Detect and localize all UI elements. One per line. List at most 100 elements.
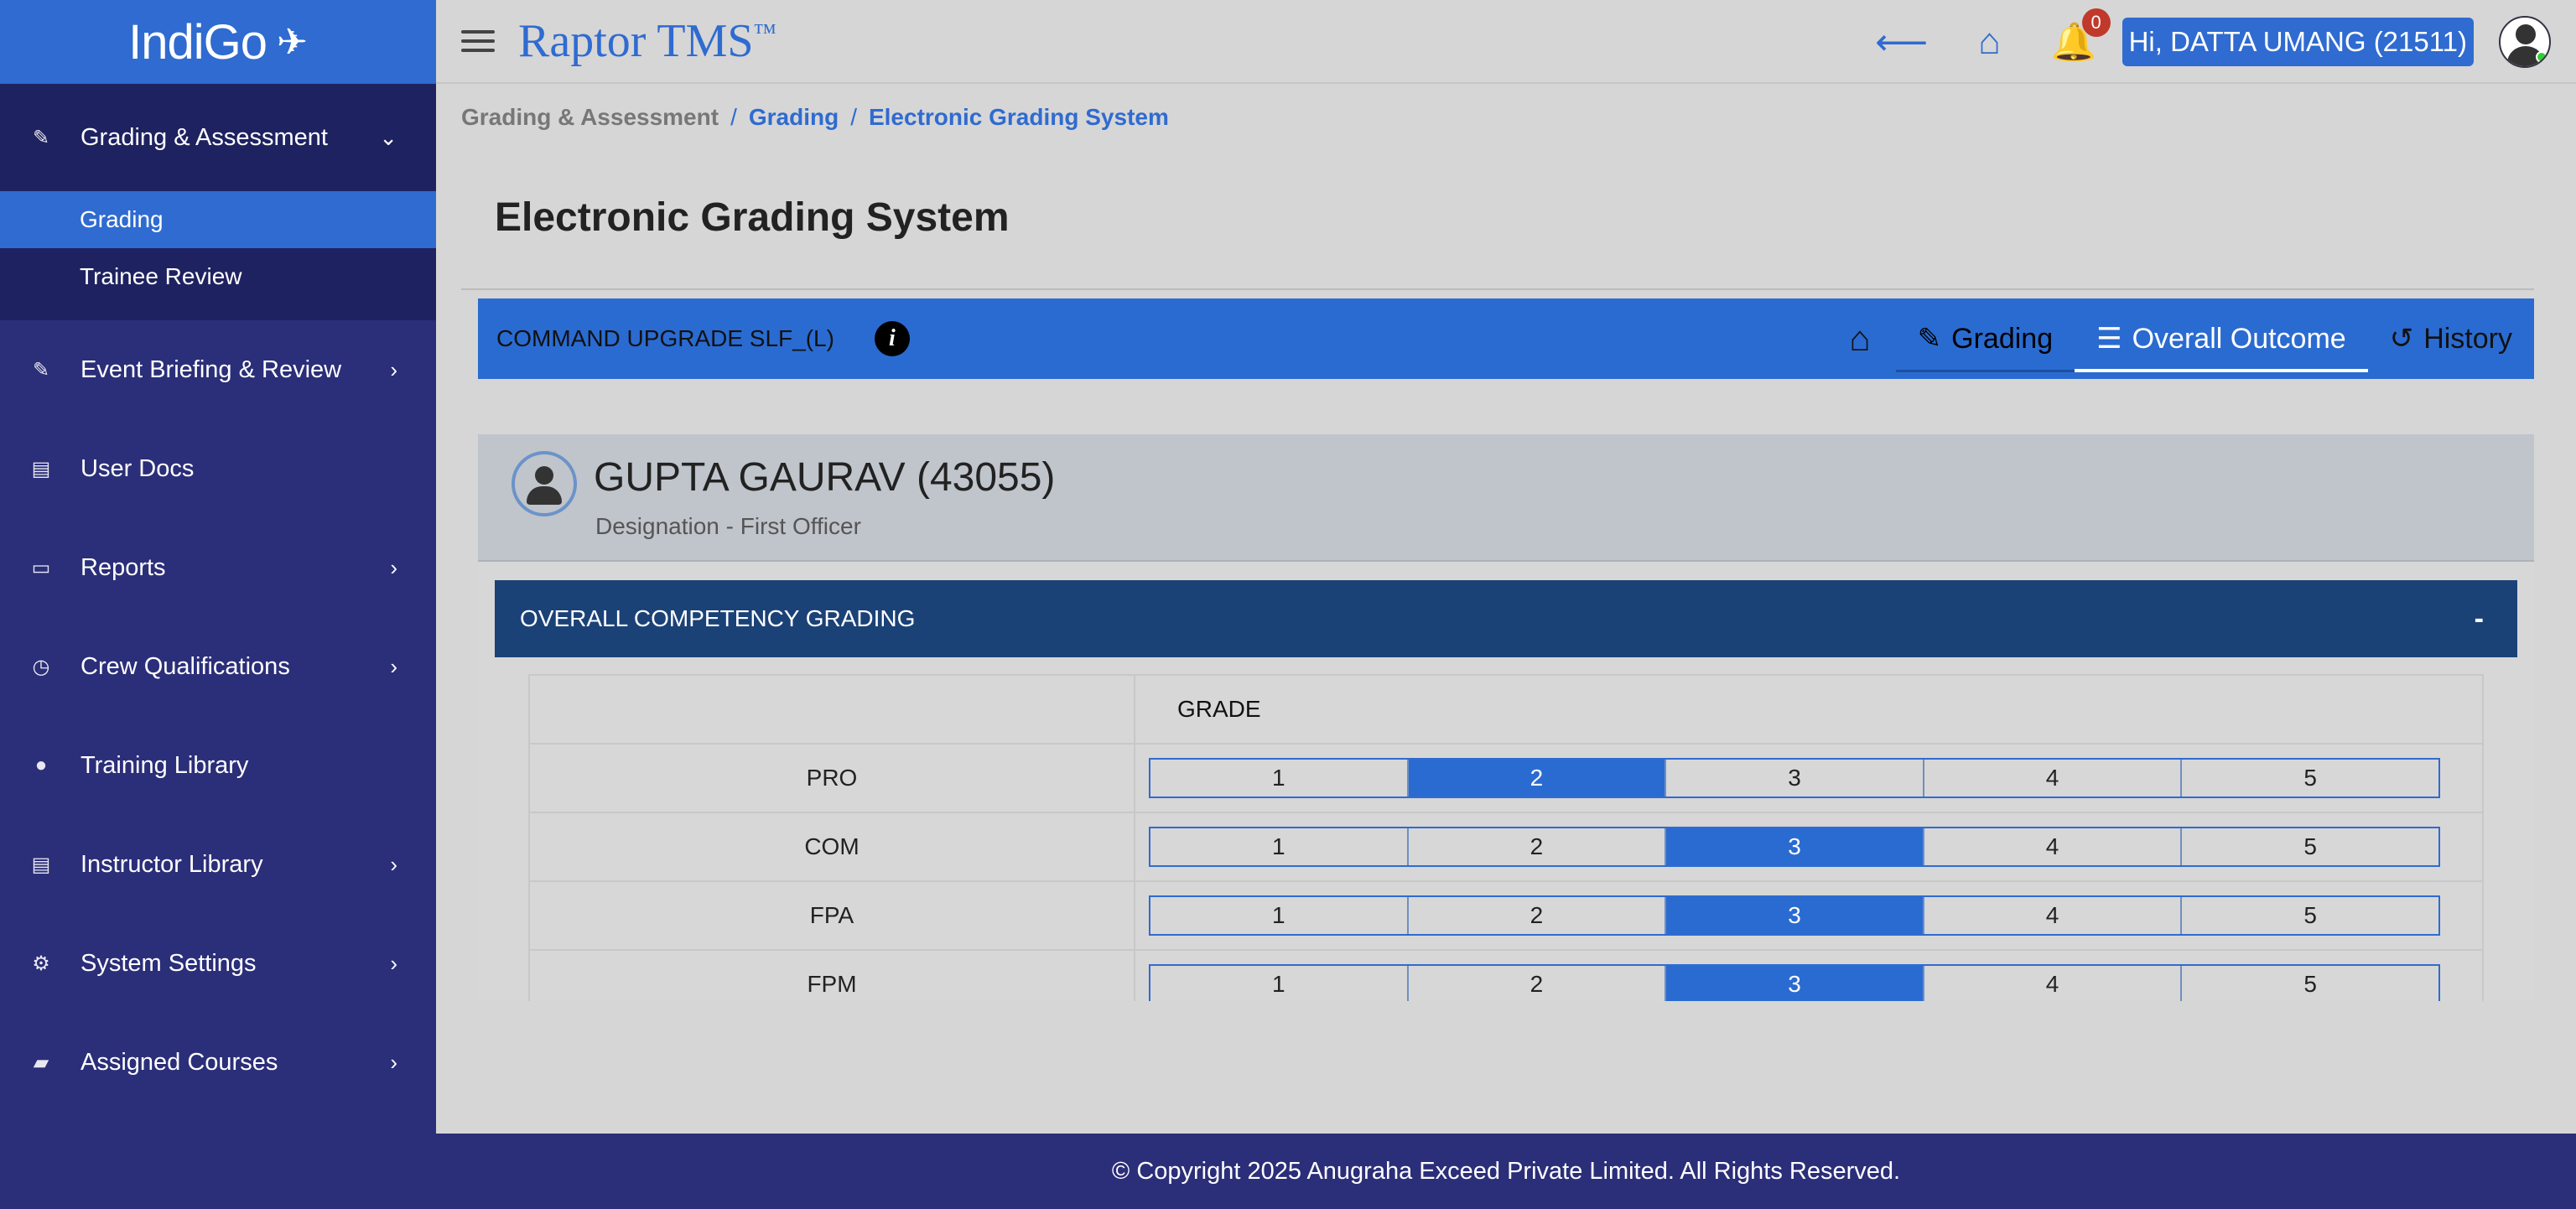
notification-badge: 0 xyxy=(2081,8,2111,37)
breadcrumb-root[interactable]: Grading & Assessment xyxy=(461,104,719,130)
sidebar-item-label: System Settings xyxy=(80,949,257,977)
sidebar-subitem-grading[interactable]: Grading xyxy=(0,191,436,248)
grade-option[interactable]: 1 xyxy=(1150,828,1409,865)
online-status-dot xyxy=(2536,51,2547,63)
home-icon: ⌂ xyxy=(1849,319,1871,358)
sidebar-item-system-settings[interactable]: ⚙ System Settings › xyxy=(0,914,436,1013)
competency-code: FPA xyxy=(528,880,1135,951)
grade-option[interactable]: 3 xyxy=(1666,828,1924,865)
sidebar-item-label: Training Library xyxy=(80,751,249,779)
home-icon[interactable]: ⌂ xyxy=(1978,21,2001,63)
collapse-button[interactable]: - xyxy=(2475,603,2484,636)
sidebar-item-label: Event Briefing & Review xyxy=(80,355,342,383)
trainee-card: GUPTA GAURAV (43055) Designation - First… xyxy=(478,434,2534,1001)
tab-history[interactable]: ↺ History xyxy=(2368,298,2534,379)
chevron-right-icon: › xyxy=(390,950,397,976)
breadcrumb-separator: / xyxy=(850,104,857,130)
sidebar-item-user-docs[interactable]: ▤ User Docs xyxy=(0,419,436,518)
grade-scale-cell: 12345 xyxy=(1134,812,2484,882)
course-name-group: COMMAND UPGRADE SLF_(L) i xyxy=(496,298,910,379)
grade-option[interactable]: 1 xyxy=(1150,760,1409,796)
grade-option[interactable]: 4 xyxy=(1924,897,2183,934)
tab-label: History xyxy=(2423,322,2512,355)
grade-option[interactable]: 3 xyxy=(1666,760,1924,796)
sidebar-item-assigned-courses[interactable]: ▰ Assigned Courses › xyxy=(0,1013,436,1112)
grade-option[interactable]: 5 xyxy=(2182,966,2438,1001)
grade-scale: 12345 xyxy=(1149,758,2440,798)
course-tabs: ⌂ ✎ Grading ☰ Overall Outcome ↺ History xyxy=(1824,298,2534,379)
list-icon: ☰ xyxy=(2096,323,2122,355)
grade-option[interactable]: 2 xyxy=(1409,828,1667,865)
grade-option[interactable]: 5 xyxy=(2182,828,2438,865)
table-row: PRO 1 2 3 4 5 xyxy=(528,743,2484,813)
competency-grade-table: GRADE PRO 1 2 3 4 5 COM 1 2 3 4 5 FPA 1 2 3 4 5 FPM 1 2 3 4 5 xyxy=(528,674,2484,1001)
grade-option[interactable]: 5 xyxy=(2182,897,2438,934)
tab-grading[interactable]: ✎ Grading xyxy=(1895,298,2075,379)
grade-option[interactable]: 2 xyxy=(1408,760,1667,796)
table-header-empty xyxy=(528,674,1135,745)
table-row: FPA 1 2 3 4 5 xyxy=(528,880,2484,951)
sidebar-item-grading-assessment[interactable]: ✎ Grading & Assessment ⌄ xyxy=(0,84,436,191)
edit-icon: ✎ xyxy=(32,126,50,149)
back-arrow-icon[interactable]: ⟵ xyxy=(1875,21,1928,64)
chevron-right-icon: › xyxy=(390,851,397,877)
breadcrumb-grading[interactable]: Grading xyxy=(749,104,839,130)
tab-home[interactable]: ⌂ xyxy=(1824,298,1895,379)
chevron-right-icon: › xyxy=(390,653,397,679)
divider xyxy=(461,288,2534,290)
grade-option[interactable]: 4 xyxy=(1924,828,2183,865)
chevron-right-icon: › xyxy=(390,1049,397,1075)
trainee-designation: Designation - First Officer xyxy=(595,513,861,539)
grade-option[interactable]: 2 xyxy=(1409,897,1667,934)
folder-open-icon: ▰ xyxy=(33,1051,49,1074)
sidebar-item-reports[interactable]: ▭ Reports › xyxy=(0,518,436,617)
brand-trademark: ™ xyxy=(753,19,776,46)
sidebar-subitem-trainee-review[interactable]: Trainee Review xyxy=(0,248,436,305)
breadcrumb-current[interactable]: Electronic Grading System xyxy=(869,104,1169,130)
grade-option[interactable]: 2 xyxy=(1409,966,1667,1001)
grade-option[interactable]: 4 xyxy=(1924,760,2183,796)
chevron-right-icon: › xyxy=(390,356,397,382)
sidebar-nav: ✎ Grading & Assessment ⌄ Grading Trainee… xyxy=(0,84,436,1112)
brand-name: Raptor TMS xyxy=(518,15,754,67)
grade-option[interactable]: 1 xyxy=(1150,966,1409,1001)
sidebar-item-label: Assigned Courses xyxy=(80,1048,278,1076)
footer: © Copyright 2025 Anugraha Exceed Private… xyxy=(436,1134,2576,1209)
grade-option[interactable]: 3 xyxy=(1666,966,1924,1001)
grade-option[interactable]: 4 xyxy=(1924,966,2183,1001)
sidebar-item-crew-qualifications[interactable]: ◷ Crew Qualifications › xyxy=(0,617,436,716)
page-title: Electronic Grading System xyxy=(495,195,1010,240)
bell-icon[interactable]: 🔔 0 xyxy=(2051,8,2111,64)
sidebar-item-label: Grading & Assessment xyxy=(80,123,328,151)
grade-scale-cell: 12345 xyxy=(1134,743,2484,813)
user-menu-button[interactable]: Hi, DATTA UMANG (21511) xyxy=(2122,18,2474,66)
trainee-header: GUPTA GAURAV (43055) Designation - First… xyxy=(478,434,2534,562)
grade-option[interactable]: 3 xyxy=(1666,897,1924,934)
competency-section-title: OVERALL COMPETENCY GRADING xyxy=(520,605,916,631)
course-tab-bar: COMMAND UPGRADE SLF_(L) i ⌂ ✎ Grading ☰ Ov… xyxy=(478,298,2534,379)
logo[interactable]: IndiGo ✈ xyxy=(0,0,436,84)
logo-text: IndiGo xyxy=(128,14,267,70)
avatar[interactable] xyxy=(2499,16,2551,68)
breadcrumb-separator: / xyxy=(730,104,737,130)
tab-label: Overall Outcome xyxy=(2132,322,2346,355)
sidebar-item-instructor-library[interactable]: ▤ Instructor Library › xyxy=(0,815,436,914)
competency-section-header[interactable]: OVERALL COMPETENCY GRADING - xyxy=(495,580,2517,657)
info-icon[interactable]: i xyxy=(874,321,910,356)
sidebar-item-label: User Docs xyxy=(80,454,195,482)
brand-logo[interactable]: Raptor TMS™ xyxy=(518,14,776,68)
grade-option[interactable]: 5 xyxy=(2182,760,2438,796)
sidebar: IndiGo ✈ ✎ Grading & Assessment ⌄ Gradin… xyxy=(0,0,436,1209)
grade-scale: 12345 xyxy=(1149,827,2440,867)
top-bar: Raptor TMS™ ⟵ ⌂ 🔔 0 Hi, DATTA UMANG (2151… xyxy=(436,0,2576,84)
sidebar-item-training-library[interactable]: ● Training Library xyxy=(0,716,436,815)
grade-column-header: GRADE xyxy=(1134,674,2484,745)
grade-scale: 12345 xyxy=(1149,964,2440,1001)
grade-option[interactable]: 1 xyxy=(1150,897,1409,934)
trainee-name: GUPTA GAURAV (43055) xyxy=(594,455,1056,500)
sidebar-item-event-briefing[interactable]: ✎ Event Briefing & Review › xyxy=(0,320,436,419)
chevron-down-icon: ⌄ xyxy=(379,124,397,150)
grade-scale: 12345 xyxy=(1149,895,2440,936)
hamburger-menu-icon[interactable] xyxy=(461,24,495,58)
tab-overall-outcome[interactable]: ☰ Overall Outcome xyxy=(2075,298,2368,379)
